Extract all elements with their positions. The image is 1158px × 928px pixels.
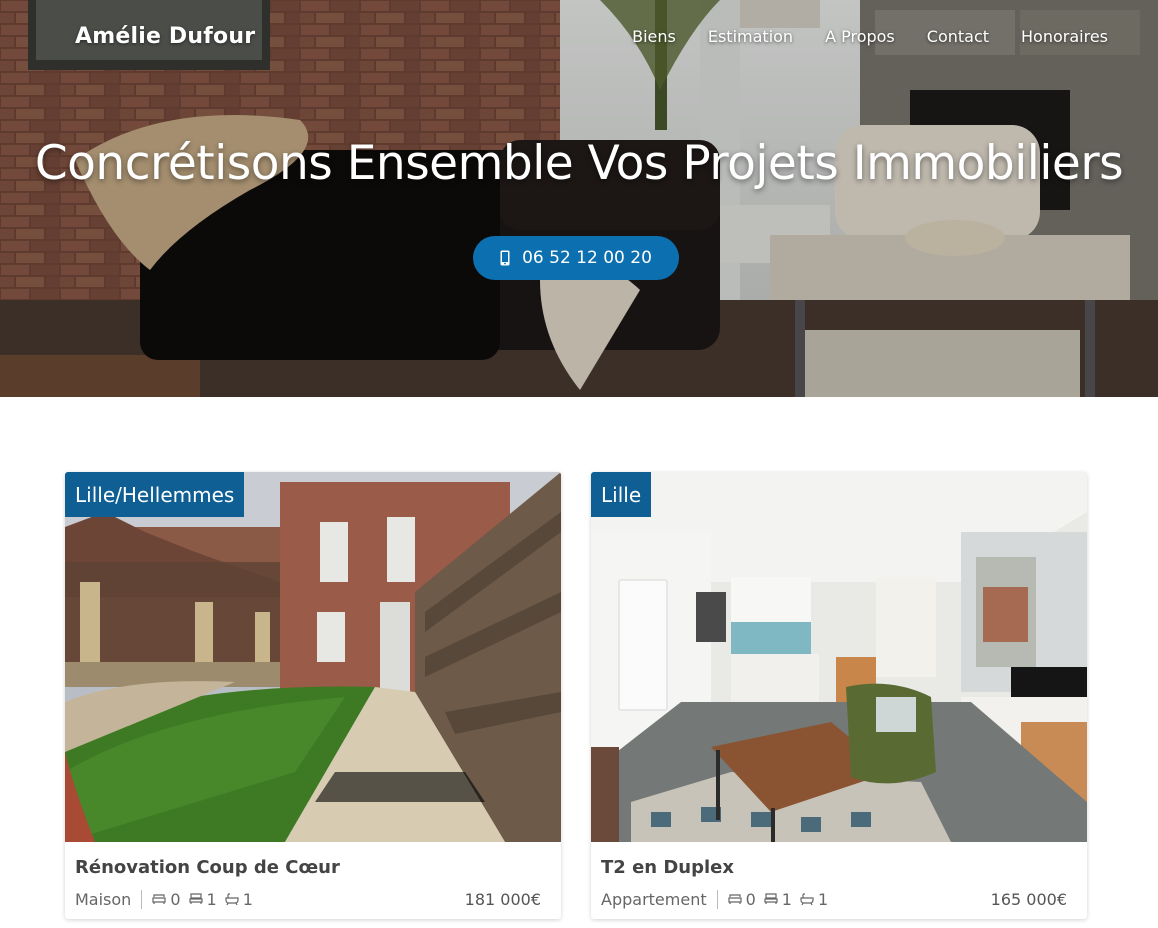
- hero-banner: Amélie Dufour Biens Estimation A Propos …: [0, 0, 1158, 397]
- listing-rooms: 0: [152, 890, 181, 909]
- bathtub-icon: [225, 893, 239, 905]
- listing-photo: [65, 472, 561, 842]
- listing-price: 165 000€: [990, 889, 1067, 909]
- hero-title: Concrétisons Ensemble Vos Projets Immobi…: [34, 136, 1124, 191]
- listing-city-badge: Lille: [591, 472, 652, 517]
- sofa-icon: [152, 894, 166, 904]
- mobile-phone-icon: [500, 250, 510, 266]
- listing-bedrooms: 1: [188, 890, 217, 909]
- nav-link-biens[interactable]: Biens: [632, 27, 676, 46]
- main-menu: Biens Estimation A Propos Contact Honora…: [632, 27, 1108, 46]
- bathtub-icon: [800, 893, 814, 905]
- nav-link-a-propos[interactable]: A Propos: [825, 27, 895, 46]
- listing-rooms: 0: [728, 890, 756, 909]
- listing-meta: Appartement 0 1 1 165 000€: [601, 888, 1067, 910]
- listing-title[interactable]: T2 en Duplex: [601, 857, 734, 878]
- listing-bathrooms: 1: [800, 890, 828, 909]
- listing-type: Appartement: [601, 889, 718, 909]
- bed-icon: [188, 893, 203, 904]
- listing-price: 181 000€: [464, 889, 541, 909]
- brand-logo[interactable]: Amélie Dufour: [75, 24, 255, 49]
- listing-card[interactable]: Lille T2 en Duplex Appartement 0 1 1 165…: [591, 472, 1087, 919]
- phone-number: 06 52 12 00 20: [522, 248, 652, 268]
- listing-meta: Maison 0 1 1 181 000€: [75, 888, 541, 910]
- listing-bathrooms: 1: [225, 890, 253, 909]
- listing-city-badge: Lille/Hellemmes: [65, 472, 245, 517]
- nav-link-estimation[interactable]: Estimation: [708, 27, 793, 46]
- bed-icon: [764, 893, 778, 904]
- listing-bedrooms: 1: [764, 890, 792, 909]
- listing-title[interactable]: Rénovation Coup de Cœur: [75, 857, 340, 878]
- listing-card[interactable]: Lille/Hellemmes Rénovation Coup de Cœur …: [65, 472, 561, 919]
- phone-button[interactable]: 06 52 12 00 20: [473, 236, 679, 280]
- nav-link-honoraires[interactable]: Honoraires: [1021, 27, 1108, 46]
- main-navbar: Amélie Dufour Biens Estimation A Propos …: [0, 0, 1158, 76]
- sofa-icon: [728, 894, 742, 904]
- listing-photo: [591, 472, 1087, 842]
- nav-link-contact[interactable]: Contact: [927, 27, 989, 46]
- listing-type: Maison: [75, 889, 143, 909]
